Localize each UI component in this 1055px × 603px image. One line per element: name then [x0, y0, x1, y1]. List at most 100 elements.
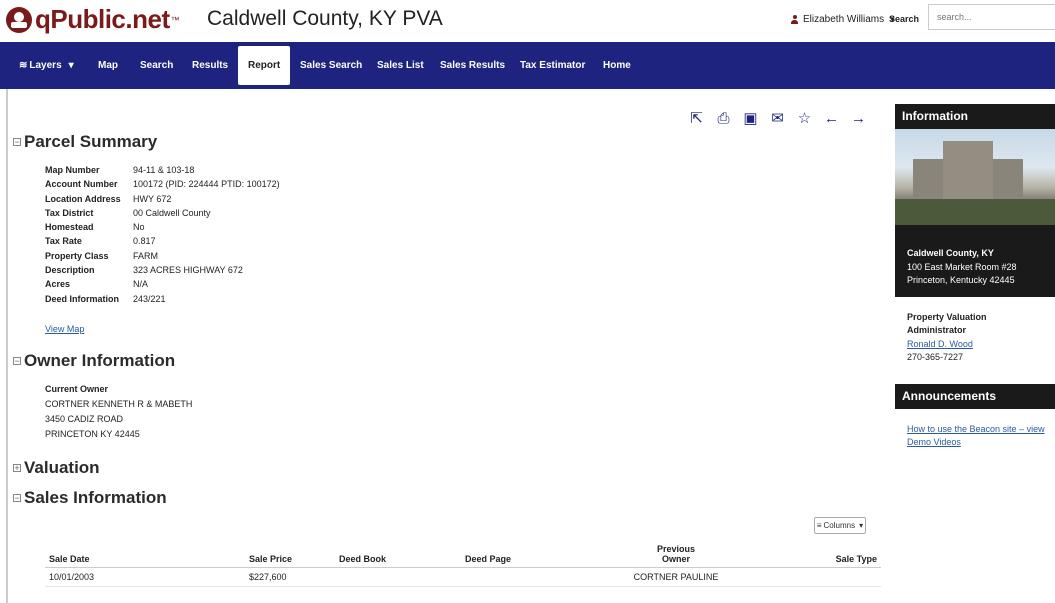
address-county: Caldwell County, KY: [907, 248, 994, 258]
nav-layers-label: Layers: [29, 60, 62, 71]
current-owner-label: Current Owner: [45, 384, 109, 394]
address-city: Princeton, Kentucky 42445: [907, 275, 1015, 285]
summary-value: FARM: [133, 250, 159, 261]
owner-information-header[interactable]: − Owner Information: [13, 351, 175, 371]
arrow-left-icon[interactable]: ←: [818, 110, 845, 127]
summary-row: Deed Information 243/221: [45, 292, 280, 306]
parcel-summary-header[interactable]: − Parcel Summary: [13, 132, 157, 152]
star-icon[interactable]: ☆: [791, 110, 818, 127]
summary-value: 100172 (PID: 224444 PTID: 100172): [133, 179, 280, 190]
summary-label: Deed Information: [45, 293, 120, 304]
announcements-title: Announcements: [895, 383, 1055, 409]
report-toolbar: ⇱ ⎙ ▣ ✉ ☆ ← →: [683, 110, 872, 128]
nav-map[interactable]: Map: [98, 42, 118, 89]
summary-value: HWY 672: [133, 193, 172, 204]
nav-results[interactable]: Results: [192, 42, 228, 89]
owner-information-title: Owner Information: [24, 351, 176, 370]
nav-report[interactable]: Report: [238, 46, 291, 85]
columns-button[interactable]: ≡ Columns ▾: [814, 517, 866, 534]
qpublic-logo[interactable]: qPublic.net ™: [6, 4, 180, 35]
share-icon[interactable]: ⇱: [683, 110, 710, 127]
cell-sale-price: $227,600: [245, 567, 335, 587]
nav-home[interactable]: Home: [603, 42, 631, 89]
summary-row: Acres N/A: [45, 277, 280, 291]
pva-phone: 270-365-7227: [907, 352, 964, 362]
cell-deed-page: [461, 567, 611, 587]
summary-row: Map Number 94-11 & 103-18: [45, 163, 280, 177]
col-deed-page[interactable]: Deed Page: [461, 539, 611, 568]
information-title: Information: [895, 104, 1055, 129]
owner-city: PRINCETON KY 42445: [45, 429, 140, 439]
owner-name: CORTNER KENNETH R & MABETH: [45, 399, 193, 409]
cell-deed-book: [335, 567, 461, 587]
nav-sales-search[interactable]: Sales Search: [300, 42, 362, 89]
summary-value: 00 Caldwell County: [133, 207, 211, 218]
sales-information-title: Sales Information: [24, 488, 167, 507]
summary-value: 94-11 & 103-18: [133, 165, 195, 175]
summary-label: Homestead: [45, 222, 94, 233]
sales-information-header[interactable]: − Sales Information: [13, 488, 167, 508]
logo-mark-icon: [6, 6, 32, 33]
valuation-header[interactable]: + Valuation: [13, 458, 100, 478]
summary-label: Property Class: [45, 250, 109, 261]
nav-tax-estimator[interactable]: Tax Estimator: [520, 42, 585, 89]
summary-value: 243/221: [133, 293, 166, 304]
left-divider: [6, 89, 8, 603]
email-icon[interactable]: ✉: [764, 110, 791, 127]
county-title: Caldwell County, KY PVA: [207, 7, 443, 30]
user-name: Elizabeth Williams: [803, 14, 885, 25]
logo-trademark: ™: [170, 14, 180, 25]
parcel-summary-table: Map Number 94-11 & 103-18 Account Number 1…: [45, 163, 280, 336]
collapse-icon: −: [13, 493, 21, 503]
courthouse-photo: [895, 129, 1055, 225]
valuation-title: Valuation: [24, 458, 100, 477]
summary-row: Homestead No: [45, 220, 280, 234]
col-sale-price[interactable]: Sale Price: [245, 539, 335, 568]
cell-sale-type: [741, 567, 881, 587]
arrow-right-icon[interactable]: →: [845, 110, 872, 127]
nav-sales-results[interactable]: Sales Results: [440, 42, 505, 89]
nav-sales-list[interactable]: Sales List: [377, 42, 424, 89]
summary-label: Location Address: [45, 193, 121, 204]
image-icon[interactable]: ▣: [737, 110, 764, 127]
cell-previous-owner: CORTNER PAULINE: [611, 567, 741, 587]
owner-block: Current Owner CORTNER KENNETH R & MABETH…: [45, 382, 192, 442]
pva-title-line2: Administrator: [907, 325, 967, 335]
main-navbar: ≋ Layers ▾ Map Search Results Report Sal…: [0, 42, 1055, 89]
pva-contact: Property Valuation Administrator Ronald …: [895, 297, 1055, 365]
summary-row: Account Number 100172 (PID: 224444 PTID: …: [45, 177, 280, 191]
col-deed-book[interactable]: Deed Book: [335, 539, 461, 568]
pva-name-link[interactable]: Ronald D. Wood: [907, 339, 973, 349]
col-sale-type[interactable]: Sale Type: [741, 539, 881, 568]
col-previous-owner[interactable]: Previous Owner: [611, 539, 741, 568]
office-address: Caldwell County, KY 100 East Market Room…: [895, 225, 1055, 297]
summary-row: Description 323 ACRES HIGHWAY 672: [45, 263, 280, 277]
summary-label: Tax District: [45, 207, 94, 218]
nav-search[interactable]: Search: [140, 42, 173, 89]
user-menu[interactable]: Elizabeth Williams ▾: [791, 14, 895, 25]
sales-table: Sale Date Sale Price Deed Book Deed Page…: [45, 539, 881, 587]
user-icon: [791, 15, 798, 24]
summary-label: Acres: [45, 279, 71, 290]
chevron-down-icon: ▾: [68, 60, 74, 71]
search-label: Search: [889, 14, 920, 24]
summary-value: 0.817: [133, 236, 156, 247]
table-row: 10/01/2003 $227,600 CORTNER PAULINE: [45, 567, 881, 587]
summary-label: Map Number: [45, 165, 100, 175]
view-map-link[interactable]: View Map: [45, 324, 84, 334]
search-input[interactable]: [928, 4, 1055, 30]
collapse-icon: −: [13, 356, 21, 366]
print-icon[interactable]: ⎙: [710, 110, 737, 127]
logo-text: qPublic.net: [35, 4, 170, 34]
summary-row: Tax Rate 0.817: [45, 234, 280, 248]
summary-value: No: [133, 222, 145, 233]
chevron-down-icon: ▾: [859, 521, 864, 530]
list-icon: ≡: [816, 521, 822, 530]
page-header: qPublic.net ™ Caldwell County, KY PVA El…: [0, 0, 1055, 42]
owner-street: 3450 CADIZ ROAD: [45, 414, 124, 424]
announcement-link[interactable]: How to use the Beacon site – view Demo V…: [907, 424, 1045, 447]
pva-title-line1: Property Valuation: [907, 311, 987, 322]
col-sale-date[interactable]: Sale Date: [45, 539, 245, 568]
address-street: 100 East Market Room #28: [907, 261, 1017, 272]
nav-layers[interactable]: ≋ Layers ▾: [19, 42, 74, 89]
